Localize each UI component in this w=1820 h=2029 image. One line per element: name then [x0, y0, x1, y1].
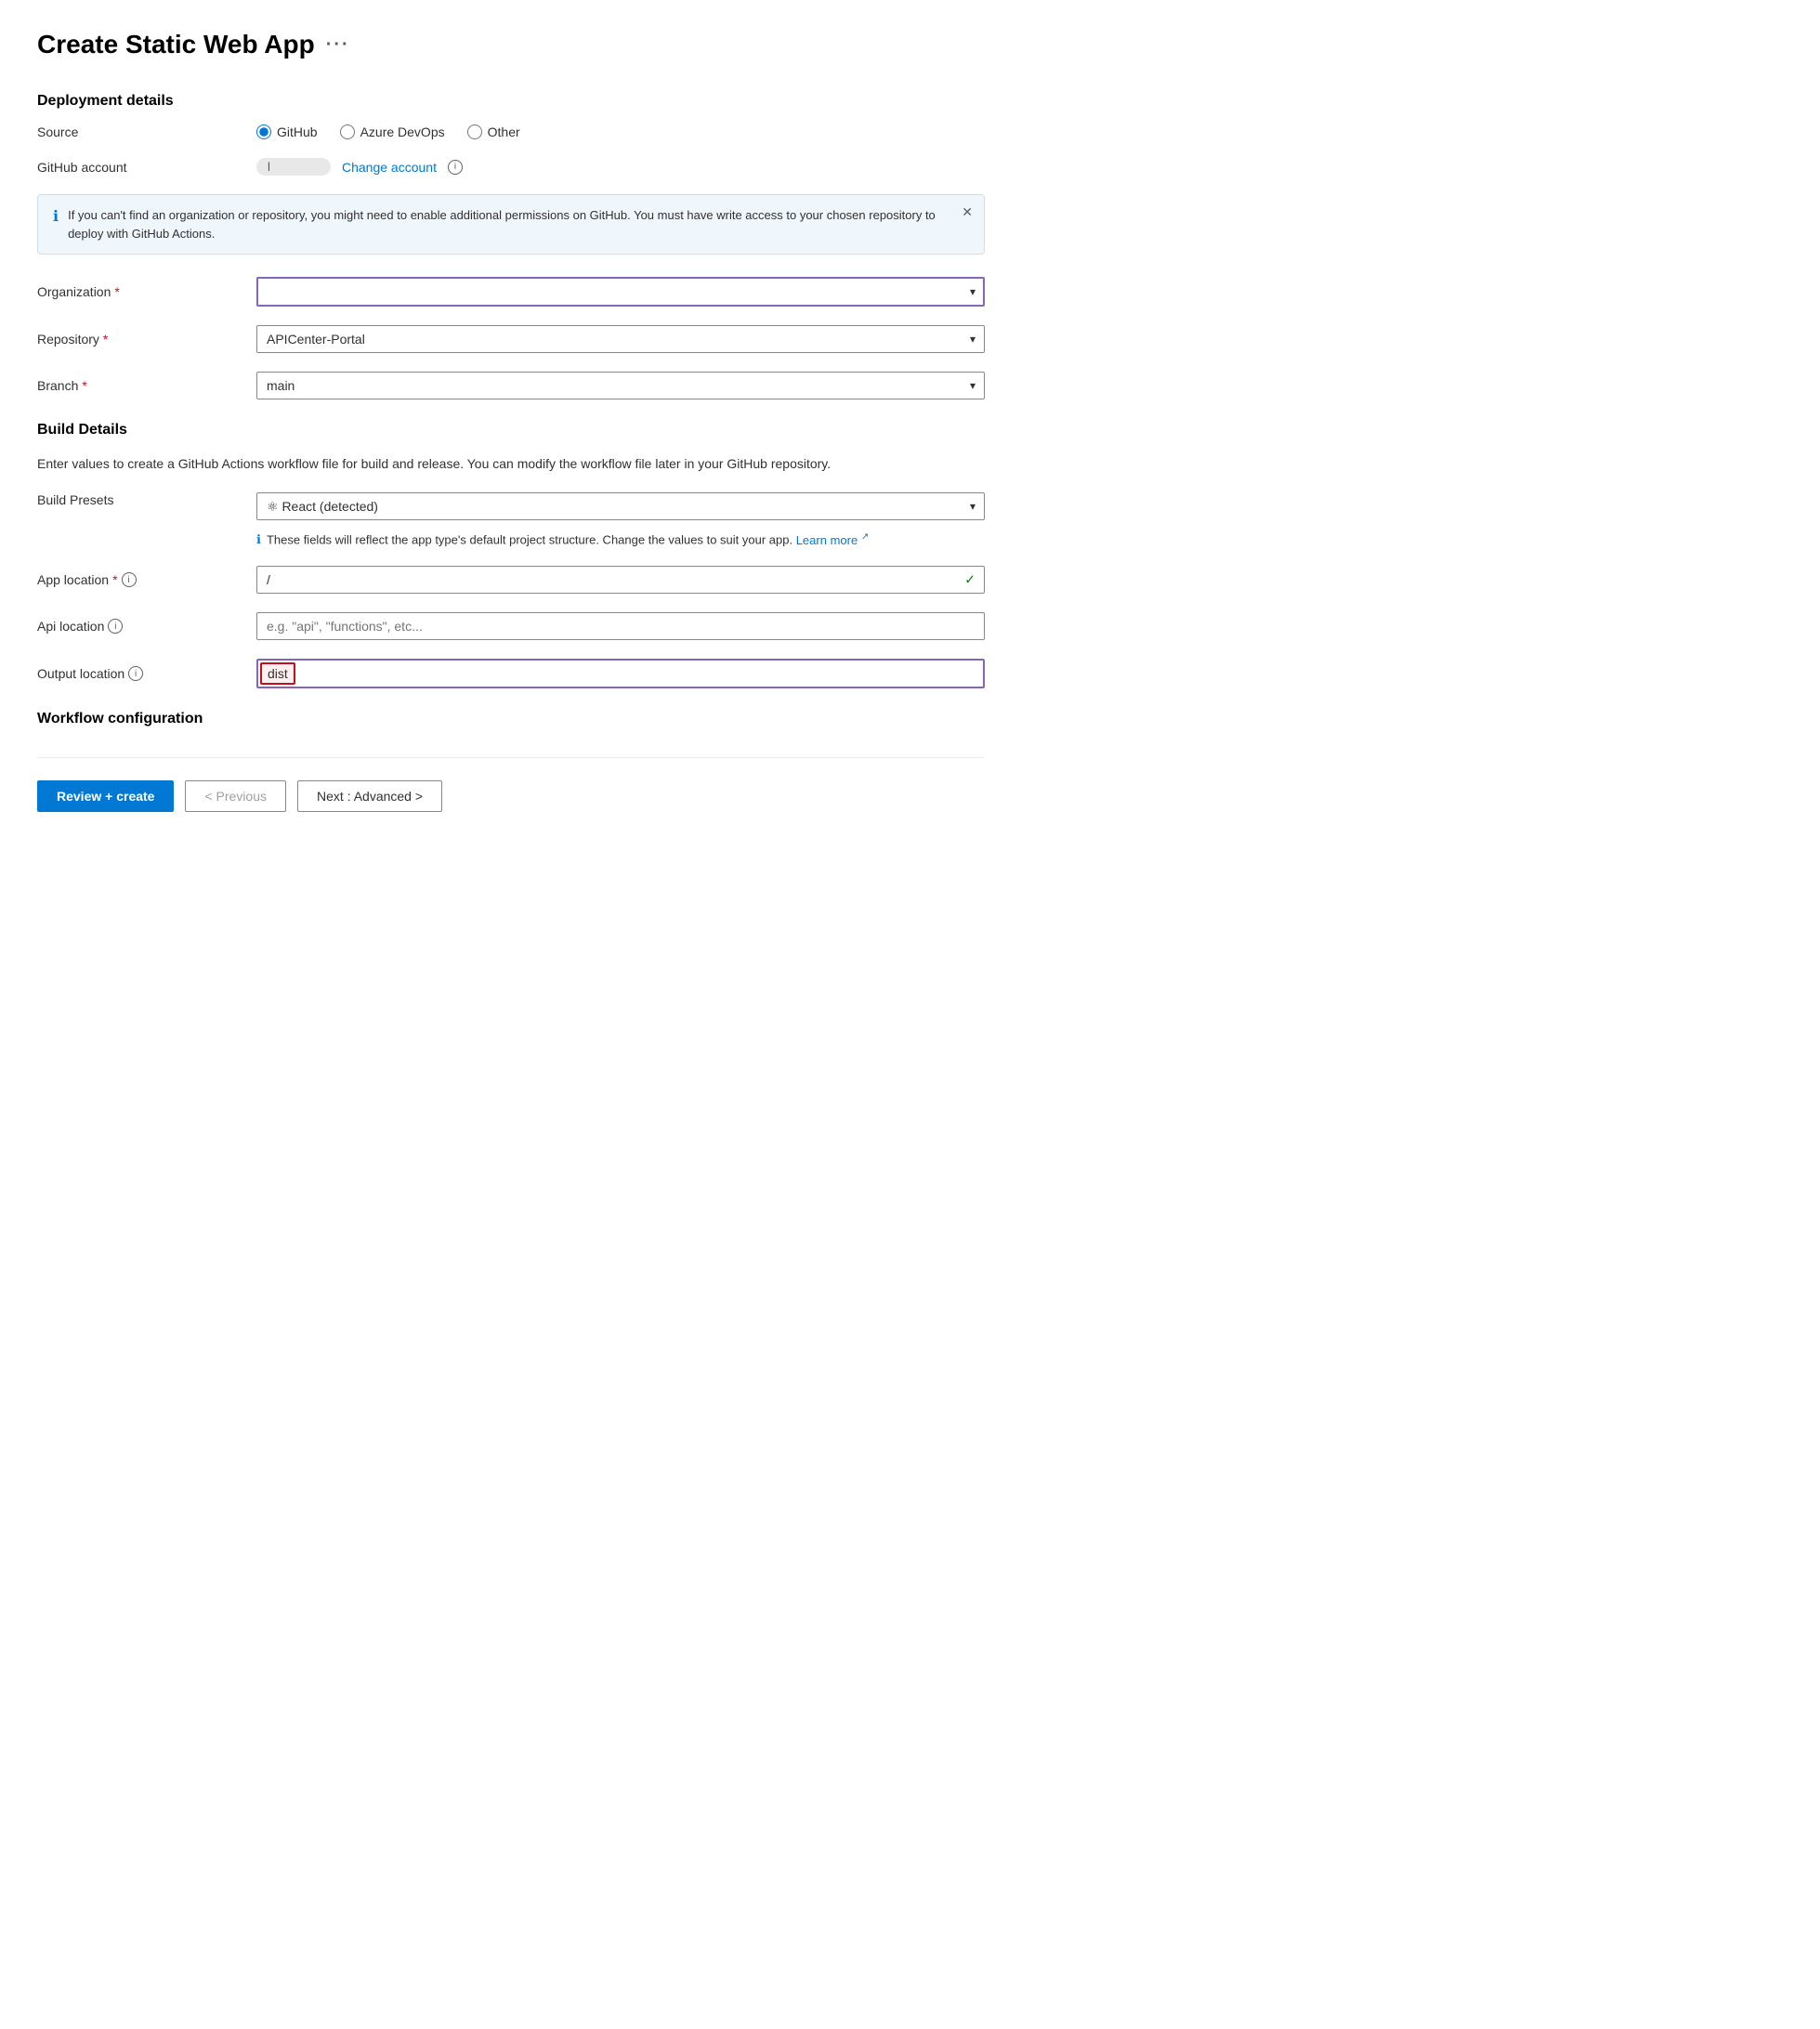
branch-required-star: * — [82, 378, 86, 393]
presets-info-text: These fields will reflect the app type's… — [267, 533, 792, 547]
github-account-info-icon[interactable]: i — [448, 160, 463, 175]
app-location-label: App location * i — [37, 572, 242, 587]
build-presets-select[interactable]: ⚛ React (detected) — [256, 492, 985, 520]
external-link-icon: ↗ — [861, 531, 869, 542]
source-row: Source GitHub Azure DevOps Other — [37, 124, 985, 139]
info-banner-close-button[interactable]: ✕ — [962, 204, 973, 220]
repo-required-star: * — [103, 332, 108, 347]
app-location-input[interactable] — [256, 566, 985, 594]
build-presets-wrapper: ⚛ React (detected) ▾ ℹ These fields will… — [256, 492, 985, 547]
info-banner-icon: ℹ — [53, 207, 59, 226]
output-location-label: Output location i — [37, 666, 242, 681]
source-azure-devops-radio[interactable] — [340, 124, 355, 139]
previous-button[interactable]: < Previous — [185, 780, 286, 812]
output-location-row: Output location i dist — [37, 659, 985, 688]
source-radio-group: GitHub Azure DevOps Other — [256, 124, 985, 139]
github-account-label: GitHub account — [37, 160, 242, 175]
app-location-info-icon[interactable]: i — [122, 572, 137, 587]
deployment-section-title: Deployment details — [37, 93, 985, 110]
branch-select[interactable]: main — [256, 372, 985, 399]
source-label: Source — [37, 124, 242, 139]
repository-select-wrapper: APICenter-Portal ▾ — [256, 325, 985, 353]
source-other-radio[interactable] — [467, 124, 482, 139]
page-title: Create Static Web App — [37, 30, 315, 59]
branch-row: Branch * main ▾ — [37, 372, 985, 399]
source-other-label: Other — [488, 124, 520, 139]
source-github-label: GitHub — [277, 124, 318, 139]
source-azure-devops-label: Azure DevOps — [360, 124, 445, 139]
build-presets-select-wrapper: ⚛ React (detected) ▾ — [256, 492, 985, 520]
api-location-input[interactable] — [256, 612, 985, 640]
output-location-control: dist — [256, 659, 985, 688]
learn-more-link[interactable]: Learn more ↗ — [796, 533, 870, 547]
change-account-link[interactable]: Change account — [342, 160, 437, 175]
branch-control: main ▾ — [256, 372, 985, 399]
organization-label: Organization * — [37, 284, 242, 299]
branch-select-wrapper: main ▾ — [256, 372, 985, 399]
organization-select[interactable] — [256, 277, 985, 307]
repository-label: Repository * — [37, 332, 242, 347]
app-location-required-star: * — [112, 572, 117, 587]
review-create-button[interactable]: Review + create — [37, 780, 174, 812]
github-account-value-wrapper: l Change account i — [256, 158, 463, 176]
api-location-control — [256, 612, 985, 640]
build-presets-label: Build Presets — [37, 492, 242, 507]
build-presets-info: ℹ These fields will reflect the app type… — [256, 531, 985, 547]
organization-select-wrapper: ▾ — [256, 277, 985, 307]
source-github-option[interactable]: GitHub — [256, 124, 318, 139]
github-account-pill: l — [256, 158, 331, 176]
source-azure-devops-option[interactable]: Azure DevOps — [340, 124, 445, 139]
api-location-label: Api location i — [37, 619, 242, 634]
output-location-info-icon[interactable]: i — [128, 666, 143, 681]
footer: Review + create < Previous Next : Advanc… — [37, 757, 985, 812]
page-title-ellipsis[interactable]: ··· — [326, 34, 350, 56]
output-location-highlight: dist — [260, 662, 295, 685]
app-location-input-wrapper: ✓ — [256, 566, 985, 594]
build-description: Enter values to create a GitHub Actions … — [37, 453, 985, 474]
app-location-row: App location * i ✓ — [37, 566, 985, 594]
build-section-title: Build Details — [37, 422, 985, 439]
output-location-input-wrapper: dist — [256, 659, 985, 688]
presets-info-icon: ℹ — [256, 532, 261, 547]
repository-control: APICenter-Portal ▾ — [256, 325, 985, 353]
org-required-star: * — [114, 284, 119, 299]
api-location-info-icon[interactable]: i — [108, 619, 123, 634]
next-advanced-button[interactable]: Next : Advanced > — [297, 780, 442, 812]
app-location-control: ✓ — [256, 566, 985, 594]
build-presets-row: Build Presets ⚛ React (detected) ▾ ℹ The… — [37, 492, 985, 547]
api-location-row: Api location i — [37, 612, 985, 640]
workflow-section: Workflow configuration — [37, 711, 985, 727]
repository-select[interactable]: APICenter-Portal — [256, 325, 985, 353]
output-location-input[interactable] — [297, 661, 983, 687]
build-section: Build Details Enter values to create a G… — [37, 422, 985, 688]
source-github-radio[interactable] — [256, 124, 271, 139]
repository-row: Repository * APICenter-Portal ▾ — [37, 325, 985, 353]
page-title-bar: Create Static Web App ··· — [37, 30, 985, 59]
organization-row: Organization * ▾ — [37, 277, 985, 307]
github-account-row: GitHub account l Change account i — [37, 158, 985, 176]
source-other-option[interactable]: Other — [467, 124, 520, 139]
organization-control: ▾ — [256, 277, 985, 307]
app-location-valid-icon: ✓ — [964, 572, 975, 588]
deployment-section: Deployment details Source GitHub Azure D… — [37, 93, 985, 399]
info-banner: ℹ If you can't find an organization or r… — [37, 194, 985, 255]
workflow-section-title: Workflow configuration — [37, 711, 985, 727]
branch-label: Branch * — [37, 378, 242, 393]
info-banner-text: If you can't find an organization or rep… — [68, 206, 969, 242]
